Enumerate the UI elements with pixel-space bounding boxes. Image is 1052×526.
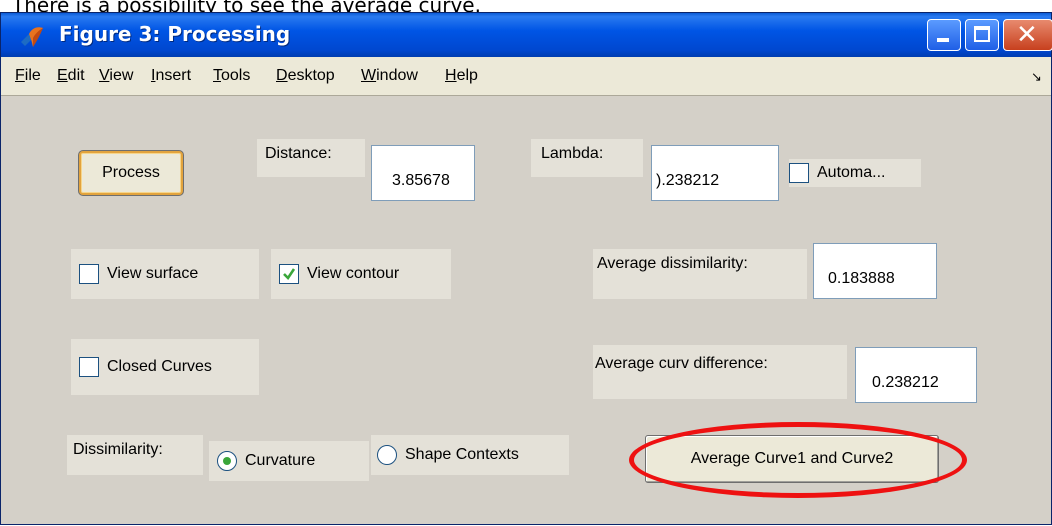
view-contour-label: View contour	[307, 265, 400, 282]
dock-arrow-icon[interactable]: ↘	[1031, 69, 1042, 85]
menu-bar: File Edit View Insert Tools Desktop Wind…	[1, 57, 1051, 96]
close-button[interactable]: ✕	[1003, 19, 1052, 51]
title-bar[interactable]: Figure 3: Processing ✕	[1, 13, 1052, 57]
control-panel: Process Distance: 3.85678 Lambda: ).2382…	[1, 95, 1051, 526]
shape-contexts-radio[interactable]: Shape Contexts	[371, 435, 569, 475]
lambda-label: Lambda:	[531, 139, 643, 177]
maximize-button[interactable]	[965, 19, 999, 51]
menu-window[interactable]: Window	[361, 67, 418, 85]
curvature-radio-circle[interactable]	[217, 451, 237, 471]
menu-tools[interactable]: Tools	[213, 67, 250, 85]
curvature-label: Curvature	[245, 452, 316, 469]
menu-help[interactable]: Help	[445, 67, 478, 85]
window-title: Figure 3: Processing	[59, 22, 291, 46]
maximize-icon	[974, 26, 990, 42]
process-button[interactable]: Process	[79, 151, 183, 195]
shape-contexts-label: Shape Contexts	[405, 446, 519, 463]
automatic-checkbox-box[interactable]	[789, 163, 809, 183]
avg-curv-diff-label: Average curv difference:	[593, 345, 847, 399]
view-surface-checkbox-box[interactable]	[79, 264, 99, 284]
checkmark-icon	[283, 268, 296, 281]
menu-desktop[interactable]: Desktop	[276, 67, 335, 85]
average-curves-button[interactable]: Average Curve1 and Curve2	[645, 435, 939, 483]
avg-dissimilarity-label: Average dissimilarity:	[593, 249, 807, 299]
lambda-field[interactable]: ).238212	[651, 145, 779, 201]
closed-curves-checkbox-box[interactable]	[79, 357, 99, 377]
figure-window: Figure 3: Processing ✕ File Edit View In…	[0, 12, 1052, 525]
radio-selected-dot	[223, 457, 231, 465]
menu-file[interactable]: File	[15, 67, 41, 85]
dissimilarity-label: Dissimilarity:	[67, 435, 203, 475]
view-surface-label: View surface	[107, 265, 199, 282]
avg-dissimilarity-field[interactable]: 0.183888	[813, 243, 937, 299]
distance-field[interactable]: 3.85678	[371, 145, 475, 201]
matlab-icon	[21, 27, 43, 47]
shape-contexts-radio-circle[interactable]	[377, 445, 397, 465]
menu-edit[interactable]: Edit	[57, 67, 85, 85]
view-surface-checkbox[interactable]: View surface	[71, 249, 259, 299]
avg-curv-diff-field[interactable]: 0.238212	[855, 347, 977, 403]
minimize-button[interactable]	[927, 19, 961, 51]
closed-curves-checkbox[interactable]: Closed Curves	[71, 339, 259, 395]
distance-label: Distance:	[257, 139, 365, 177]
menu-insert[interactable]: Insert	[151, 67, 191, 85]
view-contour-checkbox-box[interactable]	[279, 264, 299, 284]
automatic-label: Automa...	[817, 164, 886, 181]
minimize-icon	[937, 38, 949, 42]
menu-view[interactable]: View	[99, 67, 133, 85]
automatic-checkbox[interactable]: Automa...	[789, 159, 921, 187]
close-icon: ✕	[1016, 20, 1038, 50]
view-contour-checkbox[interactable]: View contour	[271, 249, 451, 299]
curvature-radio[interactable]: Curvature	[209, 441, 369, 481]
closed-curves-label: Closed Curves	[107, 358, 212, 375]
